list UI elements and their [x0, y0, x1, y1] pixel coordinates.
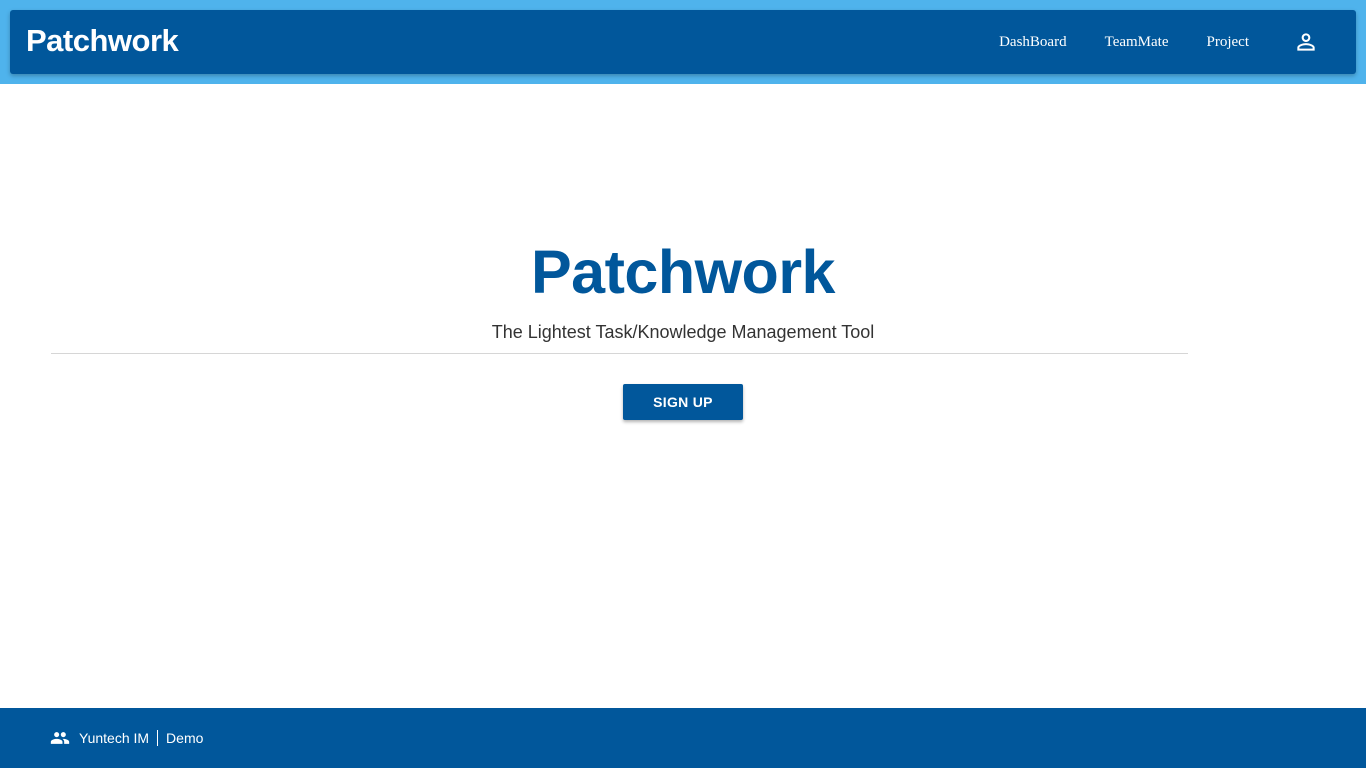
hero-subtitle: The Lightest Task/Knowledge Management T…	[491, 322, 875, 342]
signup-button[interactable]: SIGN UP	[623, 384, 743, 420]
nav-project[interactable]: Project	[1188, 10, 1269, 74]
account-button[interactable]	[1288, 24, 1324, 60]
main-nav: DashBoard TeamMate Project	[980, 10, 1356, 74]
footer-org: Yuntech IM	[79, 730, 150, 746]
person-icon	[1297, 33, 1315, 51]
footer: Yuntech IM Demo	[0, 708, 1366, 768]
people-icon	[50, 728, 70, 748]
header-band: Patchwork DashBoard TeamMate Project	[0, 0, 1366, 84]
hero-title: Patchwork	[531, 238, 836, 306]
footer-env: Demo	[166, 730, 204, 746]
divider	[51, 353, 1188, 354]
nav-dashboard[interactable]: DashBoard	[980, 10, 1086, 74]
footer-content: Yuntech IM Demo	[50, 708, 203, 768]
top-app-bar: Patchwork DashBoard TeamMate Project	[10, 10, 1356, 74]
page: Patchwork DashBoard TeamMate Project Pat…	[0, 0, 1366, 768]
footer-separator	[157, 730, 159, 746]
brand-logo[interactable]: Patchwork	[26, 23, 179, 59]
nav-teammate[interactable]: TeamMate	[1086, 10, 1188, 74]
